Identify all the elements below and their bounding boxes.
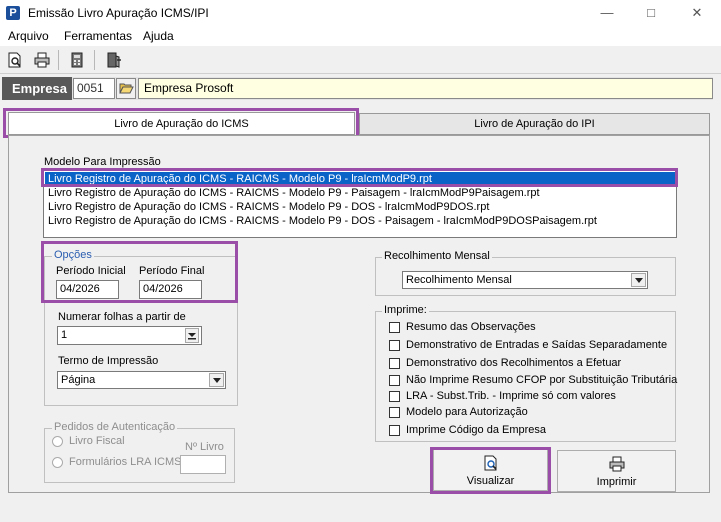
imprimir-button[interactable]: Imprimir bbox=[557, 450, 676, 492]
checkbox[interactable] bbox=[389, 357, 400, 369]
numerar-input[interactable]: 1 bbox=[57, 326, 202, 345]
option-label: Demonstrativo dos Recolhimentos a Efetua… bbox=[406, 357, 622, 369]
toolbar-separator bbox=[94, 50, 95, 70]
recolhimento-title: Recolhimento Mensal bbox=[382, 250, 492, 262]
imprimir-label: Imprimir bbox=[596, 476, 637, 488]
n-livro-input[interactable] bbox=[180, 455, 226, 474]
folder-open-icon bbox=[118, 83, 134, 94]
exit-door-icon bbox=[107, 52, 121, 68]
livro-fiscal-radio[interactable] bbox=[52, 435, 63, 447]
recolhimento-value: Recolhimento Mensal bbox=[406, 274, 512, 286]
list-item[interactable]: Livro Registro de Apuração do ICMS - RAI… bbox=[45, 186, 676, 200]
recolhimento-select[interactable]: Recolhimento Mensal bbox=[402, 271, 648, 289]
printer-icon bbox=[34, 52, 50, 68]
title-bar: P Emissão Livro Apuração ICMS/IPI — □ ✕ bbox=[0, 0, 721, 27]
imprime-option-codigo-empresa[interactable]: Imprime Código da Empresa bbox=[389, 424, 546, 436]
list-item[interactable]: Livro Registro de Apuração do ICMS - RAI… bbox=[45, 200, 676, 214]
numerar-label: Numerar folhas a partir de bbox=[58, 311, 186, 323]
imprime-option-modelo-autorizacao[interactable]: Modelo para Autorização bbox=[389, 406, 528, 418]
empresa-name-field: Empresa Prosoft bbox=[138, 78, 713, 99]
numerar-value: 1 bbox=[61, 329, 68, 341]
opcoes-title: Opções bbox=[52, 249, 94, 261]
option-label: Resumo das Observações bbox=[406, 321, 536, 333]
calculate-button[interactable] bbox=[66, 49, 88, 71]
termo-select[interactable]: Página bbox=[57, 371, 226, 389]
livro-fiscal-option[interactable]: Livro Fiscal bbox=[52, 435, 125, 447]
exit-button[interactable] bbox=[102, 49, 124, 71]
imprime-option-lra-subst-trib[interactable]: LRA - Subst.Trib. - Imprime só com valor… bbox=[389, 390, 616, 402]
list-item[interactable]: Livro Registro de Apuração do ICMS - RAI… bbox=[45, 172, 676, 186]
empresa-label: Empresa bbox=[2, 77, 72, 100]
toolbar-separator bbox=[58, 50, 59, 70]
modelo-listbox[interactable]: Livro Registro de Apuração do ICMS - RAI… bbox=[43, 170, 677, 238]
imprime-option-resumo-observacoes[interactable]: Resumo das Observações bbox=[389, 321, 536, 333]
menu-ferramentas[interactable]: Ferramentas bbox=[64, 29, 132, 43]
printer-icon bbox=[609, 456, 624, 472]
minimize-button[interactable]: — bbox=[585, 2, 629, 24]
menu-ajuda[interactable]: Ajuda bbox=[143, 29, 174, 43]
chevron-down-icon bbox=[634, 277, 643, 283]
print-preview-icon bbox=[8, 52, 21, 68]
visualizar-button[interactable]: Visualizar bbox=[433, 449, 548, 491]
imprime-option-recolhimentos[interactable]: Demonstrativo dos Recolhimentos a Efetua… bbox=[389, 357, 621, 369]
calculator-icon bbox=[71, 52, 83, 68]
option-label: Não Imprime Resumo CFOP por Substituição… bbox=[406, 374, 678, 386]
numerar-spin-button[interactable] bbox=[185, 328, 199, 343]
imprime-title: Imprime: bbox=[382, 304, 429, 316]
periodo-final-input[interactable]: 04/2026 bbox=[139, 280, 202, 299]
tab-livro-icms[interactable]: Livro de Apuração do ICMS bbox=[8, 112, 355, 135]
print-preview-icon bbox=[484, 455, 497, 471]
toolbar bbox=[0, 46, 721, 74]
formularios-option[interactable]: Formulários LRA ICMS bbox=[52, 456, 181, 468]
visualizar-label: Visualizar bbox=[466, 475, 515, 487]
empresa-browse-button[interactable] bbox=[116, 78, 136, 99]
maximize-button[interactable]: □ bbox=[629, 2, 673, 24]
option-label: LRA - Subst.Trib. - Imprime só com valor… bbox=[406, 390, 616, 402]
formularios-radio[interactable] bbox=[52, 456, 63, 468]
checkbox[interactable] bbox=[389, 406, 400, 418]
checkbox[interactable] bbox=[389, 424, 400, 436]
window-title: Emissão Livro Apuração ICMS/IPI bbox=[28, 6, 209, 20]
option-label: Imprime Código da Empresa bbox=[406, 424, 547, 436]
checkbox[interactable] bbox=[389, 321, 400, 333]
empresa-bar: Empresa 0051 Empresa Prosoft bbox=[2, 77, 713, 100]
imprime-option-nao-resumo-cfop[interactable]: Não Imprime Resumo CFOP por Substituição… bbox=[389, 374, 677, 386]
periodo-inicial-label: Período Inicial bbox=[56, 265, 126, 277]
livro-fiscal-label: Livro Fiscal bbox=[69, 435, 125, 447]
arrow-down-bar-icon bbox=[188, 333, 196, 340]
option-label: Demonstrativo de Entradas e Saídas Separ… bbox=[406, 339, 668, 351]
n-livro-label: Nº Livro bbox=[185, 441, 224, 453]
modelo-label: Modelo Para Impressão bbox=[44, 156, 161, 168]
app-icon: P bbox=[6, 6, 20, 20]
menu-bar: Arquivo Ferramentas Ajuda bbox=[0, 27, 721, 46]
print-button[interactable] bbox=[31, 49, 53, 71]
chevron-down-icon bbox=[212, 377, 221, 383]
checkbox[interactable] bbox=[389, 374, 400, 386]
empresa-code-input[interactable]: 0051 bbox=[73, 78, 115, 99]
termo-label: Termo de Impressão bbox=[58, 355, 159, 367]
print-preview-button[interactable] bbox=[4, 49, 26, 71]
list-item[interactable]: Livro Registro de Apuração do ICMS - RAI… bbox=[45, 214, 676, 228]
menu-arquivo[interactable]: Arquivo bbox=[8, 29, 49, 43]
formularios-label: Formulários LRA ICMS bbox=[69, 456, 182, 468]
option-label: Modelo para Autorização bbox=[406, 406, 528, 418]
checkbox[interactable] bbox=[389, 390, 400, 402]
recolhimento-dropdown-button[interactable] bbox=[631, 273, 646, 287]
periodo-inicial-input[interactable]: 04/2026 bbox=[56, 280, 119, 299]
termo-value: Página bbox=[61, 374, 96, 386]
pedidos-title: Pedidos de Autenticação bbox=[52, 421, 178, 433]
termo-dropdown-button[interactable] bbox=[209, 373, 224, 387]
tab-livro-ipi[interactable]: Livro de Apuração do IPI bbox=[359, 113, 710, 135]
checkbox[interactable] bbox=[389, 339, 400, 351]
imprime-option-entradas-saidas[interactable]: Demonstrativo de Entradas e Saídas Separ… bbox=[389, 339, 667, 351]
periodo-final-label: Período Final bbox=[139, 265, 205, 277]
close-button[interactable]: ✕ bbox=[675, 2, 719, 24]
